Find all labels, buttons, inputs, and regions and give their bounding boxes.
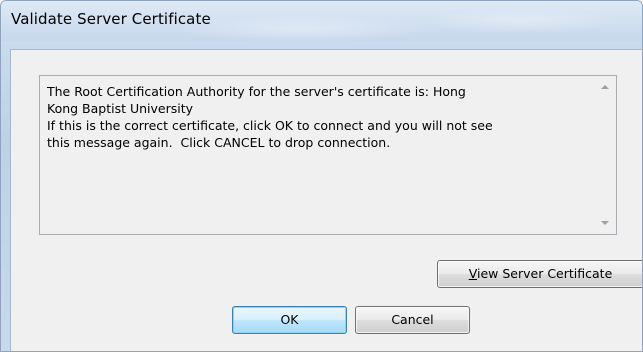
view-server-certificate-button[interactable]: View Server Certificate xyxy=(437,260,642,288)
window-title: Validate Server Certificate xyxy=(11,10,211,28)
dialog-body: The Root Certification Authority for the… xyxy=(10,49,642,351)
view-certificate-mnemonic: V xyxy=(468,266,477,281)
scroll-down-arrow-icon[interactable] xyxy=(601,221,609,225)
message-scrollbar[interactable] xyxy=(596,76,616,234)
scroll-up-arrow-icon[interactable] xyxy=(601,85,609,89)
ok-button[interactable]: OK xyxy=(232,306,347,334)
validate-certificate-dialog: Validate Server Certificate The Root Cer… xyxy=(0,0,643,352)
cancel-button[interactable]: Cancel xyxy=(355,306,470,334)
title-bar[interactable]: Validate Server Certificate xyxy=(1,1,642,41)
certificate-message: The Root Certification Authority for the… xyxy=(47,84,493,150)
message-textbox[interactable]: The Root Certification Authority for the… xyxy=(39,75,617,235)
view-certificate-label: iew Server Certificate xyxy=(477,266,613,281)
